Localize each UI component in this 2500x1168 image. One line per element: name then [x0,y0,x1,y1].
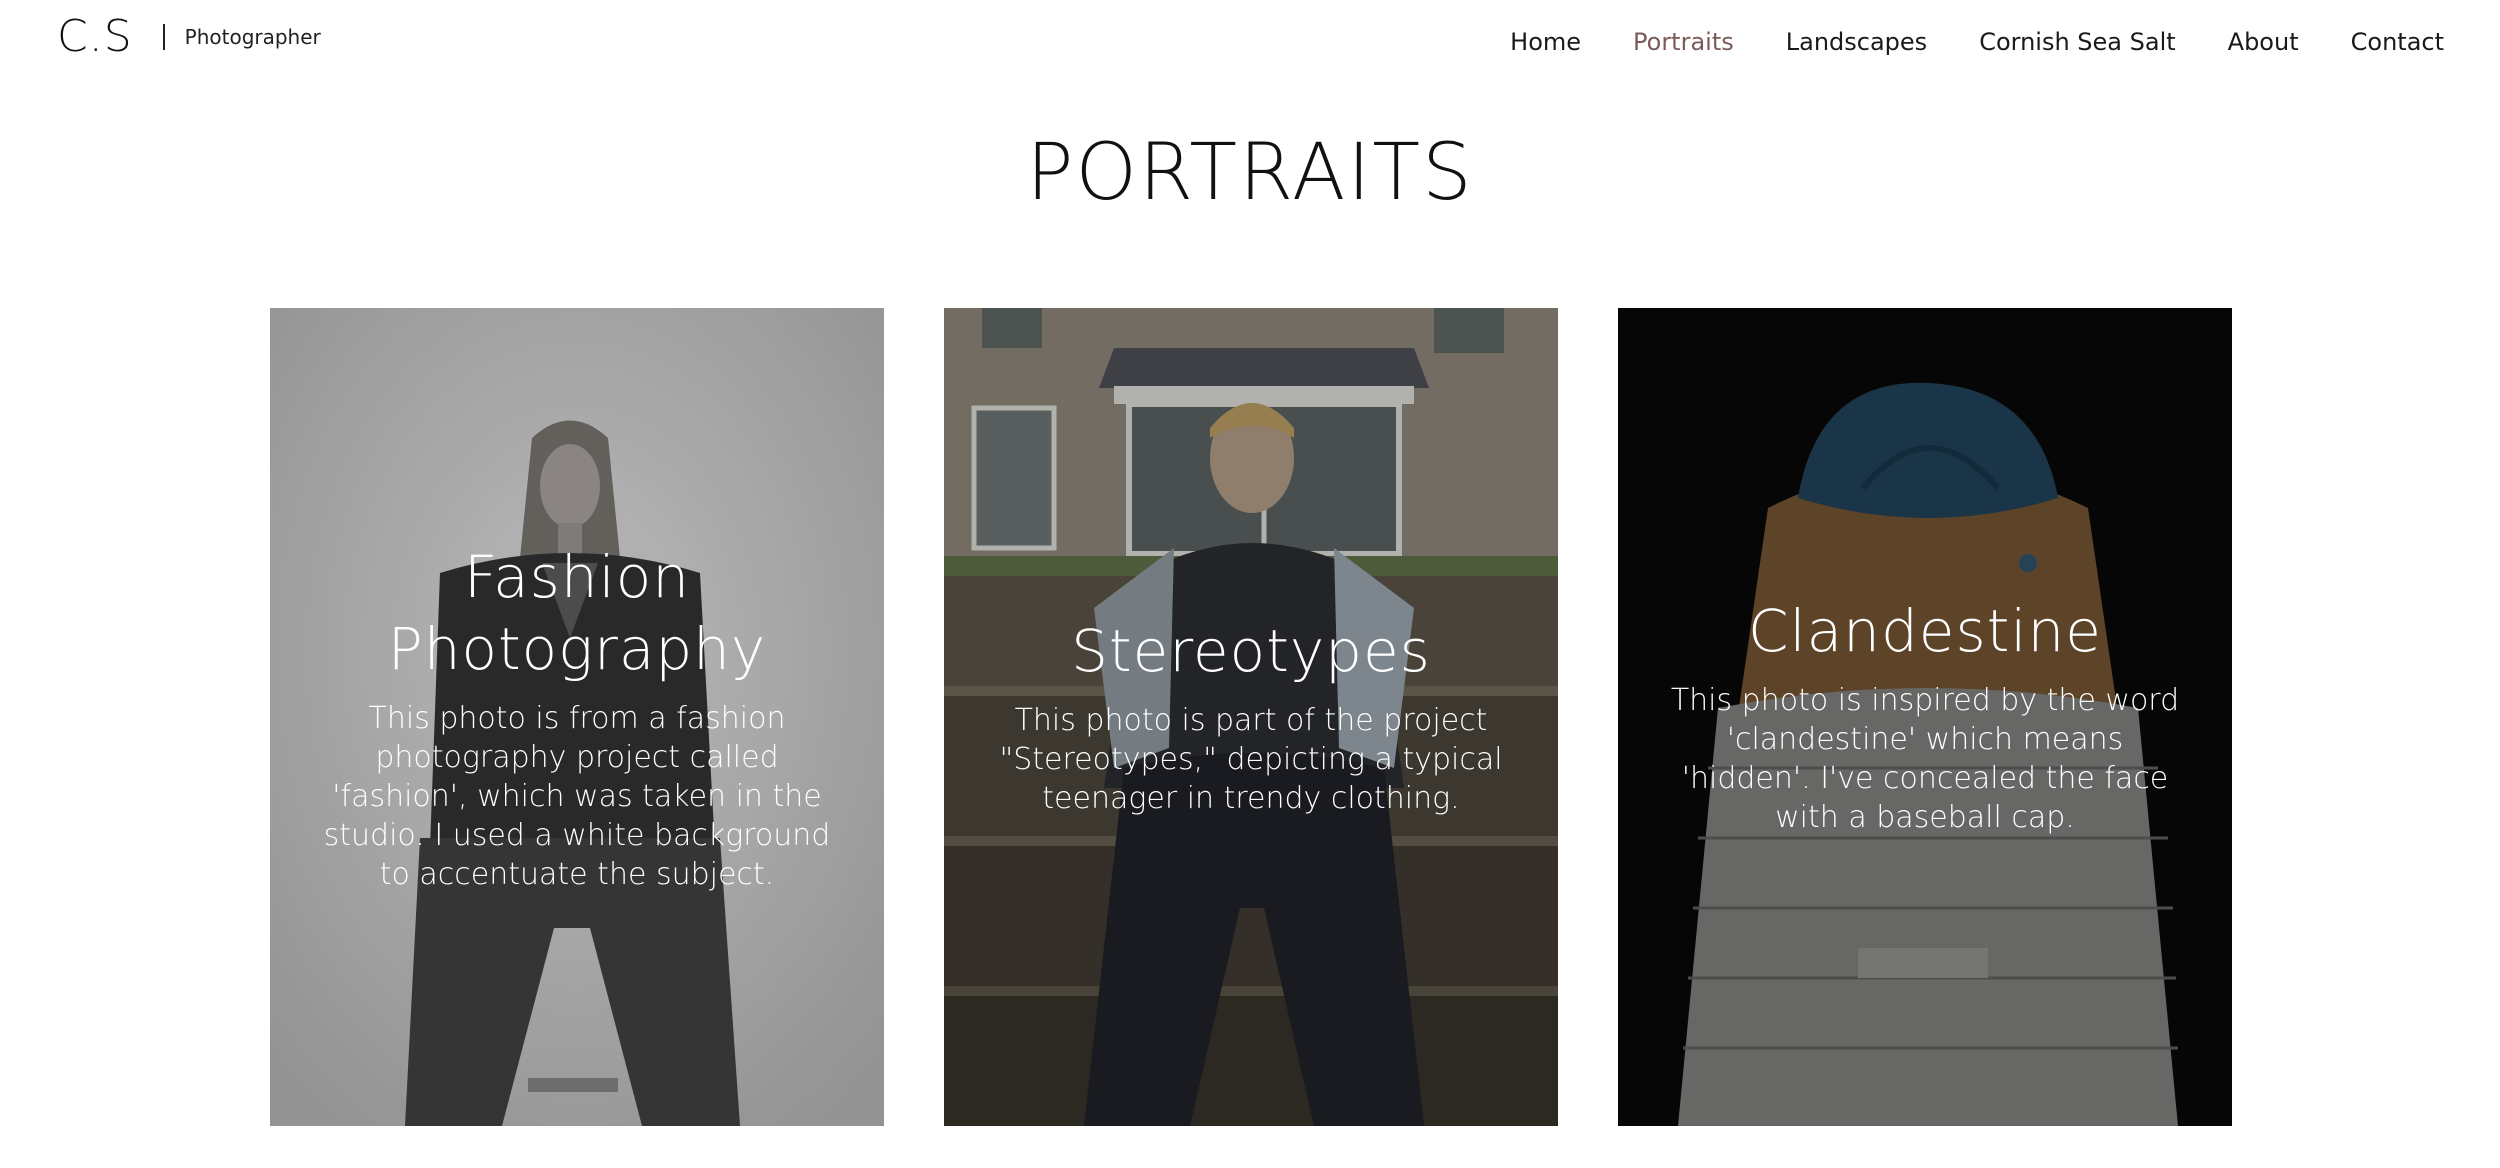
site-logo[interactable]: C.S [57,12,133,62]
main-nav: Home Portraits Landscapes Cornish Sea Sa… [1510,22,2444,62]
nav-item-contact[interactable]: Contact [2351,22,2444,62]
nav-item-portraits[interactable]: Portraits [1633,22,1734,62]
card-title: Clandestine [1748,597,2102,665]
card-title: Fashion Photography [387,543,767,683]
card-title: Stereotypes [1071,617,1431,685]
brand-divider [162,24,165,50]
card-caption: Clandestine This photo is inspired by th… [1618,595,2232,837]
portrait-card-fashion[interactable]: Fashion Photography This photo is from a… [270,308,884,1126]
nav-item-cornish-sea-salt[interactable]: Cornish Sea Salt [1979,22,2175,62]
portrait-card-stereotypes[interactable]: Stereotypes This photo is part of the pr… [944,308,1558,1126]
card-description: This photo is from a fashion photography… [323,701,831,892]
nav-item-home[interactable]: Home [1510,22,1581,62]
card-caption: Stereotypes This photo is part of the pr… [944,615,1558,818]
page-title: PORTRAITS [1026,128,1474,218]
card-description: This photo is part of the project "Stere… [999,703,1503,816]
site-tagline: Photographer [184,25,321,49]
site-header: C.S Photographer Home Portraits Landscap… [0,0,2500,84]
nav-item-about[interactable]: About [2228,22,2299,62]
card-description: This photo is inspired by the word 'clan… [1670,683,2180,835]
brand[interactable]: C.S Photographer [57,12,321,62]
card-caption: Fashion Photography This photo is from a… [270,541,884,894]
portrait-card-clandestine[interactable]: Clandestine This photo is inspired by th… [1618,308,2232,1126]
nav-item-landscapes[interactable]: Landscapes [1786,22,1927,62]
